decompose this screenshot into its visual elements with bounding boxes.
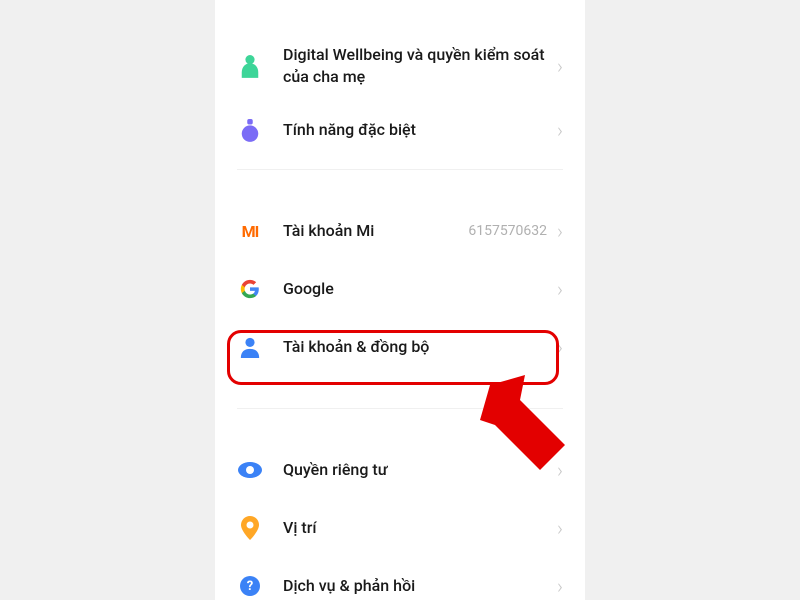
settings-screen: Digital Wellbeing và quyền kiểm soát của…: [215, 0, 585, 600]
settings-item-special[interactable]: Tính năng đặc biệt ›: [215, 101, 585, 159]
settings-item-wellbeing[interactable]: Digital Wellbeing và quyền kiểm soát của…: [215, 30, 585, 101]
item-value: 6157570632: [468, 223, 547, 239]
item-label: Tài khoản & đồng bộ: [283, 336, 557, 358]
settings-item-feedback[interactable]: ? Dịch vụ & phản hồi ›: [215, 557, 585, 600]
item-label: Dịch vụ & phản hồi: [283, 575, 557, 597]
help-icon: ?: [237, 573, 263, 599]
wellbeing-icon: [237, 53, 263, 79]
divider: [237, 169, 563, 170]
eye-icon: [237, 457, 263, 483]
chevron-right-icon: ›: [557, 219, 563, 243]
chevron-right-icon: ›: [557, 54, 563, 78]
person-icon: [237, 334, 263, 360]
item-label: Vị trí: [283, 517, 557, 539]
chevron-right-icon: ›: [557, 335, 563, 359]
google-icon: [237, 276, 263, 302]
potion-icon: [237, 117, 263, 143]
chevron-right-icon: ›: [557, 118, 563, 142]
item-label: Tài khoản Mi: [283, 220, 468, 242]
item-label: Digital Wellbeing và quyền kiểm soát của…: [283, 44, 557, 87]
settings-list: Digital Wellbeing và quyền kiểm soát của…: [215, 0, 585, 600]
chevron-right-icon: ›: [557, 277, 563, 301]
item-label: Google: [283, 278, 557, 300]
location-icon: [237, 515, 263, 541]
settings-item-location[interactable]: Vị trí ›: [215, 499, 585, 557]
divider: [237, 408, 563, 409]
settings-item-mi-account[interactable]: MI Tài khoản Mi 6157570632 ›: [215, 202, 585, 260]
item-label: Tính năng đặc biệt: [283, 119, 557, 141]
chevron-right-icon: ›: [557, 574, 563, 598]
chevron-right-icon: ›: [557, 458, 563, 482]
chevron-right-icon: ›: [557, 516, 563, 540]
settings-item-privacy[interactable]: Quyền riêng tư ›: [215, 441, 585, 499]
section-gap: [215, 376, 585, 398]
section-gap: [215, 419, 585, 441]
mi-icon: MI: [237, 218, 263, 244]
section-gap: [215, 180, 585, 202]
item-label: Quyền riêng tư: [283, 459, 557, 481]
settings-item-google[interactable]: Google ›: [215, 260, 585, 318]
settings-item-accounts-sync[interactable]: Tài khoản & đồng bộ ›: [215, 318, 585, 376]
